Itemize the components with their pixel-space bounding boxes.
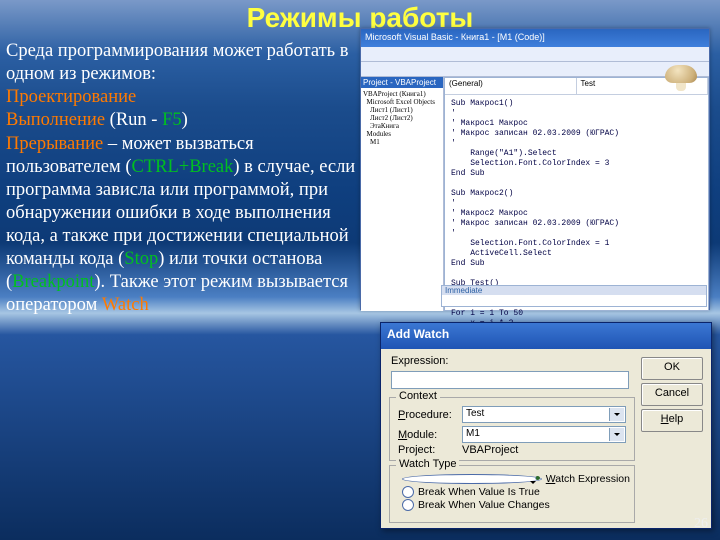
add-watch-dialog: Add Watch Expression: Context Procedure:… — [380, 322, 712, 529]
body-text: Среда программирования может работать в … — [6, 40, 356, 318]
expression-label: Expression: — [391, 355, 448, 367]
radio-icon — [402, 486, 414, 498]
radio-watch-expression[interactable]: Watch Expression — [402, 473, 630, 485]
project-tree: VBAProject (Книга1) Microsoft Excel Obje… — [363, 90, 441, 146]
procedure-label: Procedure: — [398, 409, 462, 421]
watch-type-group: Watch Type Watch Expression Break When V… — [389, 465, 635, 523]
context-group: Context Procedure: Test Module: M1 Proje… — [389, 397, 635, 461]
page-number: 26 — [694, 516, 708, 532]
combo-object: (General) — [445, 78, 577, 94]
radio-break-true[interactable]: Break When Value Is True — [402, 486, 630, 498]
project-value: VBAProject — [462, 444, 518, 456]
radio-icon — [402, 474, 542, 484]
module-label: Module: — [398, 429, 462, 441]
project-explorer-header: Project - VBAProject — [361, 77, 443, 88]
dialog-title: Add Watch — [381, 323, 711, 349]
context-group-label: Context — [396, 390, 440, 402]
mode-run: Выполнение (Run - F5) — [6, 109, 356, 132]
mode-break: Прерывание – может вызваться пользовател… — [6, 133, 356, 318]
module-select[interactable]: M1 — [462, 426, 626, 443]
mushroom-icon — [663, 63, 699, 93]
vbe-menubar — [361, 47, 709, 62]
radio-break-changes[interactable]: Break When Value Changes — [402, 499, 630, 511]
vbe-toolbar — [361, 62, 709, 77]
help-button[interactable]: Help — [641, 409, 703, 432]
expression-input[interactable] — [391, 371, 629, 389]
project-explorer: Project - VBAProject VBAProject (Книга1)… — [361, 77, 444, 311]
vbe-titlebar: Microsoft Visual Basic - Книга1 - [M1 (C… — [361, 29, 709, 47]
lead-text: Среда программирования может работать в … — [6, 40, 356, 86]
procedure-select[interactable]: Test — [462, 406, 626, 423]
immediate-window: Immediate — [441, 285, 707, 307]
watch-type-label: Watch Type — [396, 458, 459, 470]
immediate-header: Immediate — [442, 286, 706, 295]
slide: Режимы работы Среда программирования мож… — [0, 0, 720, 540]
code-pane: (General) Test Sub Макрос1() ' ' Макрос1… — [444, 77, 709, 311]
radio-icon — [402, 499, 414, 511]
cancel-button[interactable]: Cancel — [641, 383, 703, 406]
dialog-body: Expression: Context Procedure: Test Modu… — [381, 349, 711, 524]
ok-button[interactable]: OK — [641, 357, 703, 380]
mode-design: Проектирование — [6, 86, 356, 109]
project-label: Project: — [398, 444, 462, 456]
vbe-main: Project - VBAProject VBAProject (Книга1)… — [361, 77, 709, 311]
vbe-window: Microsoft Visual Basic - Книга1 - [M1 (C… — [360, 28, 710, 310]
